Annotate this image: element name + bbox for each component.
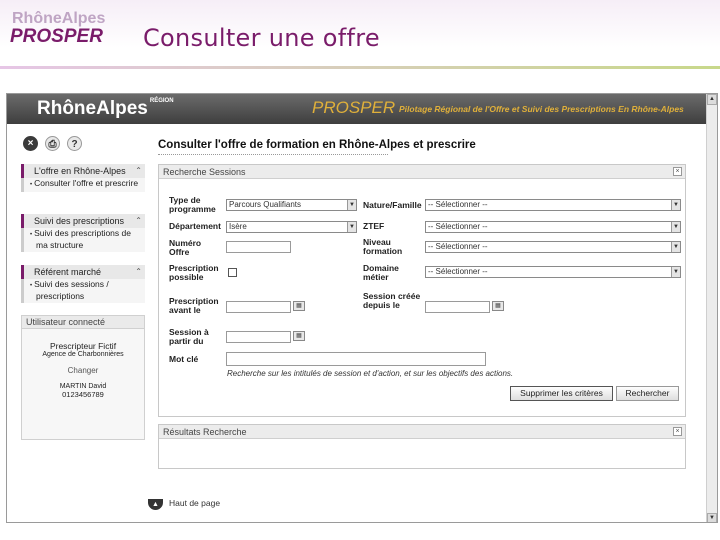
scroll-up-arrow-icon[interactable]: ▲ — [707, 94, 717, 105]
collapse-icon[interactable]: ⌃ — [135, 214, 142, 228]
numero-offre-input[interactable] — [226, 241, 291, 253]
nature-famille-value: -- Sélectionner -- — [428, 200, 488, 209]
numero-offre-label: Numéro Offre — [169, 238, 202, 257]
domaine-metier-label: Domaine métier — [363, 263, 399, 282]
back-to-top-link[interactable]: Haut de page — [169, 498, 220, 508]
calendar-icon[interactable]: ▦ — [492, 301, 504, 311]
sidebar: × ⎙ ? L'offre en Rhône-Alpes ⌃ Consulter … — [7, 124, 145, 522]
close-icon[interactable]: × — [23, 136, 38, 151]
calendar-icon[interactable]: ▦ — [293, 301, 305, 311]
banner-subtitle: Pilotage Régional de l'Offre et Suivi de… — [399, 104, 684, 114]
departement-label: Département — [169, 221, 221, 231]
collapse-icon[interactable]: ⌃ — [135, 164, 142, 178]
domaine-metier-select[interactable]: -- Sélectionner -- ▼ — [425, 266, 681, 278]
help-icon[interactable]: ? — [67, 136, 82, 151]
sidebar-item-suivi-sessions[interactable]: Suivi des sessions / prescriptions — [21, 279, 145, 303]
niveau-formation-select[interactable]: -- Sélectionner -- ▼ — [425, 241, 681, 253]
search-panel-header: Recherche Sessions × — [159, 165, 685, 179]
session-creee-label: Session créée depuis le — [363, 291, 421, 310]
slide-title: Consulter une offre — [143, 24, 380, 52]
user-box: Utilisateur connecté Prescripteur Fictif… — [21, 315, 145, 440]
menu-head-referent[interactable]: Référent marché ⌃ — [21, 265, 145, 279]
search-panel-title: Recherche Sessions — [163, 167, 246, 177]
results-panel-header: Résultats Recherche × — [159, 425, 685, 439]
nature-famille-select[interactable]: -- Sélectionner -- ▼ — [425, 199, 681, 211]
collapse-icon[interactable]: ⌃ — [135, 265, 142, 279]
sidebar-item-consulter-offre[interactable]: Consulter l'offre et prescrire — [21, 178, 145, 192]
nature-famille-label: Nature/Famille — [363, 200, 422, 210]
user-name: MARTIN David — [59, 383, 107, 390]
mot-cle-label: Mot clé — [169, 354, 199, 364]
prescription-possible-label: Prescription possible — [169, 263, 219, 282]
menu-head-suivi-label: Suivi des prescriptions — [34, 216, 125, 226]
user-agency: Agence de Charbonnières — [42, 351, 124, 358]
clear-criteria-button[interactable]: Supprimer les critères — [510, 386, 613, 401]
chevron-down-icon: ▼ — [671, 267, 680, 277]
chevron-down-icon: ▼ — [347, 222, 356, 232]
session-partir-input[interactable] — [226, 331, 291, 343]
prescription-possible-checkbox[interactable] — [228, 268, 237, 277]
menu-suivi: Suivi des prescriptions ⌃ Suivi des presc… — [21, 214, 145, 252]
chevron-down-icon: ▼ — [347, 200, 356, 210]
menu-head-offre[interactable]: L'offre en Rhône-Alpes ⌃ — [21, 164, 145, 178]
ztef-label: ZTEF — [363, 221, 385, 231]
menu-offre: L'offre en Rhône-Alpes ⌃ Consulter l'offr… — [21, 164, 145, 192]
slide-logo-prosper: PROSPER — [10, 26, 103, 47]
type-programme-select[interactable]: Parcours Qualifiants ▼ — [226, 199, 357, 211]
app-banner: RhôneAlpes RÉGION PROSPER Pilotage Région… — [7, 94, 707, 124]
chevron-down-icon: ▼ — [671, 222, 680, 232]
user-role: Prescripteur Fictif — [49, 341, 117, 351]
prescription-avant-label: Prescription avant le — [169, 296, 219, 315]
print-icon[interactable]: ⎙ — [45, 136, 60, 151]
banner-logo-sup: RÉGION — [149, 98, 174, 104]
banner-logo: RhôneAlpes RÉGION — [37, 98, 174, 120]
collapse-panel-icon[interactable]: × — [673, 167, 682, 176]
vertical-scrollbar[interactable]: ▲ ▼ — [706, 94, 717, 522]
chevron-down-icon: ▼ — [671, 200, 680, 210]
niveau-formation-value: -- Sélectionner -- — [428, 242, 488, 251]
calendar-icon[interactable]: ▦ — [293, 331, 305, 341]
slide-header: RhôneAlpes PROSPER Consulter une offre — [0, 0, 720, 69]
app-screenshot: RhôneAlpes RÉGION PROSPER Pilotage Région… — [6, 93, 718, 523]
back-to-top-icon[interactable]: ▲ — [148, 499, 163, 510]
menu-head-suivi[interactable]: Suivi des prescriptions ⌃ — [21, 214, 145, 228]
session-creee-input[interactable] — [425, 301, 490, 313]
niveau-formation-label: Niveau formation — [363, 237, 403, 256]
results-panel: Résultats Recherche × — [158, 424, 686, 469]
departement-value: Isère — [229, 222, 247, 231]
menu-head-referent-label: Référent marché — [34, 267, 102, 277]
change-user-link[interactable]: Changer — [22, 366, 144, 375]
ztef-value: -- Sélectionner -- — [428, 222, 488, 231]
mot-cle-input[interactable] — [226, 352, 486, 366]
type-programme-label: Type de programme — [169, 195, 216, 214]
header-rule — [0, 66, 720, 69]
scroll-down-arrow-icon[interactable]: ▼ — [707, 513, 717, 522]
mot-cle-hint: Recherche sur les intitulés de session e… — [227, 369, 514, 378]
domaine-metier-value: -- Sélectionner -- — [428, 267, 488, 276]
session-partir-label: Session à partir du — [169, 327, 209, 346]
menu-referent: Référent marché ⌃ Suivi des sessions / pr… — [21, 265, 145, 303]
user-box-title: Utilisateur connecté — [22, 316, 144, 329]
chevron-down-icon: ▼ — [671, 242, 680, 252]
menu-head-offre-label: L'offre en Rhône-Alpes — [34, 166, 126, 176]
banner-prosper: PROSPER — [312, 98, 396, 117]
departement-select[interactable]: Isère ▼ — [226, 221, 357, 233]
title-underline — [158, 154, 388, 155]
search-button[interactable]: Rechercher — [616, 386, 679, 401]
ztef-select[interactable]: -- Sélectionner -- ▼ — [425, 221, 681, 233]
sidebar-item-suivi-prescriptions[interactable]: Suivi des prescriptions de ma structure — [21, 228, 145, 252]
user-phone: 0123456789 — [62, 390, 104, 399]
page-title: Consulter l'offre de formation en Rhône-… — [158, 139, 476, 151]
banner-logo-text: RhôneAlpes — [37, 98, 148, 119]
results-panel-title: Résultats Recherche — [163, 427, 247, 437]
prescription-avant-input[interactable] — [226, 301, 291, 313]
collapse-panel-icon[interactable]: × — [673, 427, 682, 436]
type-programme-value: Parcours Qualifiants — [229, 200, 302, 209]
